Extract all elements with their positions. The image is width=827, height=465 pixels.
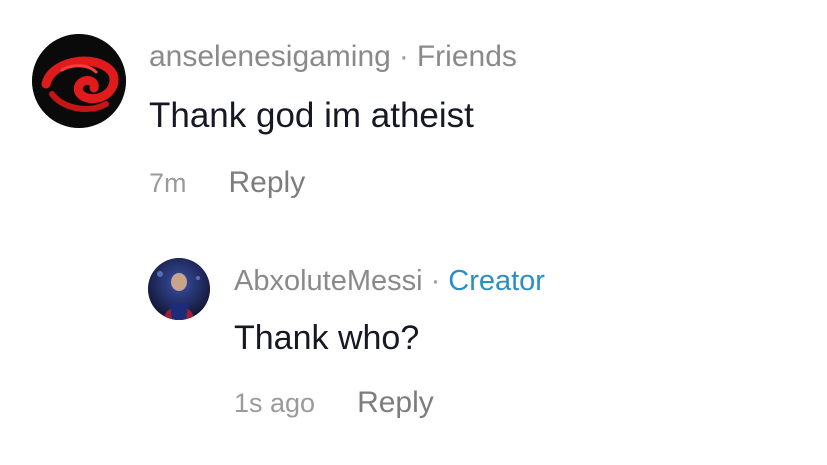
reply-button[interactable]: Reply [357,386,434,420]
username[interactable]: AbxoluteMessi [234,265,423,297]
timestamp: 1s ago [234,388,316,418]
timestamp: 7m [149,168,187,198]
comment-actions: 7m Reply [149,166,809,200]
comment-thread: anselenesigaming · Friends Thank god im at… [0,0,827,465]
separator-dot: · [398,40,409,73]
reply-button[interactable]: Reply [229,166,306,200]
avatar[interactable] [148,258,210,320]
creator-badge: Creator [448,265,545,297]
comment-meta: AbxoluteMessi · Creator [234,262,794,300]
username[interactable]: anselenesigaming [149,40,391,73]
comment-body: AbxoluteMessi · Creator Thank who? 1s ago … [234,262,794,420]
comment-actions: 1s ago Reply [234,386,794,420]
comment-text: Thank who? [234,319,420,357]
friends-badge: Friends [416,40,517,73]
comment-meta: anselenesigaming · Friends [149,38,809,76]
player-photo-icon [148,258,210,320]
avatar[interactable] [32,34,126,128]
comment-text: Thank god im atheist [149,96,474,135]
swirl-logo-icon [32,34,126,128]
separator-dot: · [430,265,441,297]
comment-body: anselenesigaming · Friends Thank god im at… [149,38,809,200]
